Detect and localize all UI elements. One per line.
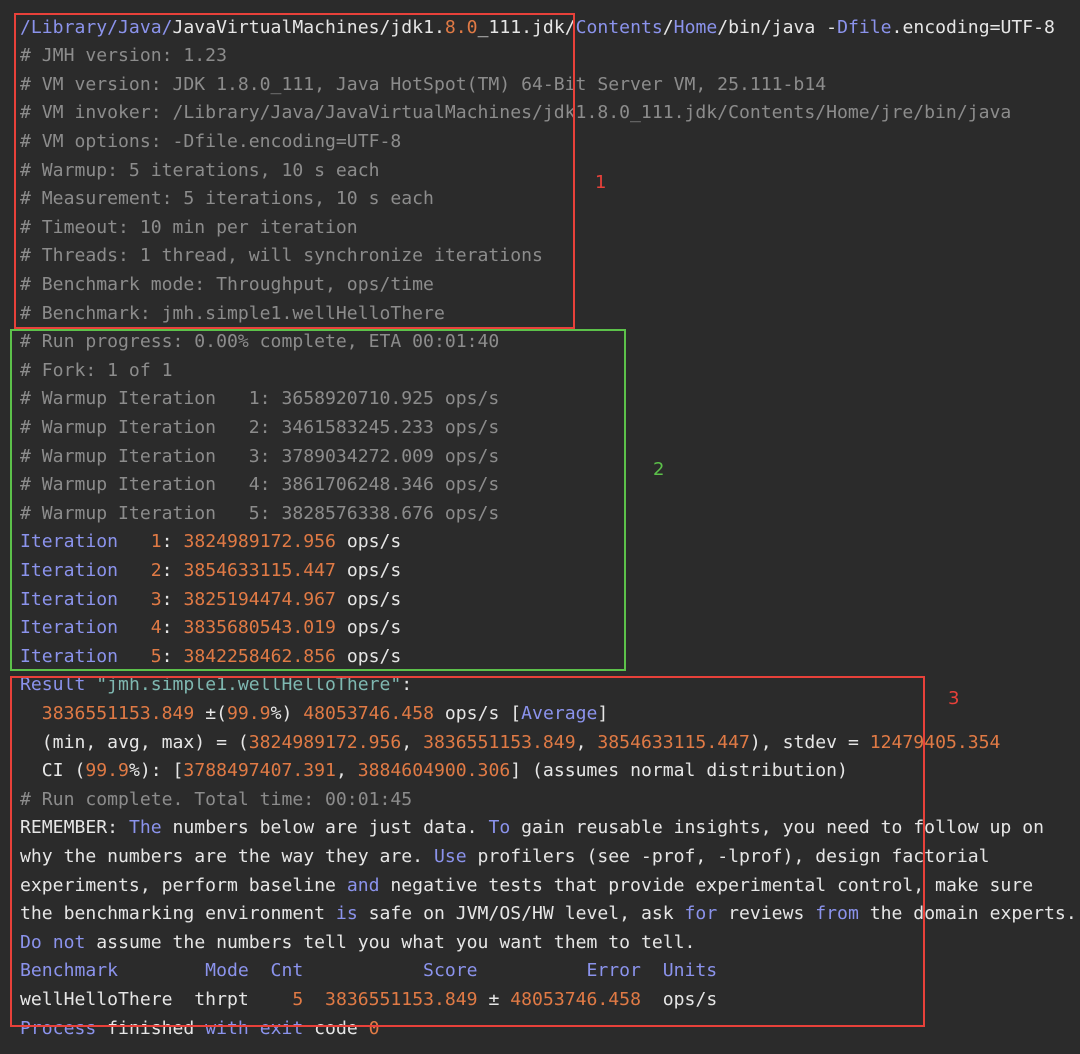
terminal-text-segment: Contents: [575, 16, 663, 38]
annotation-box-2: [10, 329, 626, 671]
annotation-marker-1: 1: [595, 172, 607, 193]
terminal-text-segment: .encoding=UTF-8: [891, 16, 1055, 38]
terminal-text-segment: /: [662, 16, 674, 38]
annotation-marker-2: 2: [653, 459, 665, 480]
annotation-box-3: [10, 676, 925, 1027]
annotation-box-1: [14, 13, 575, 329]
terminal-text-segment: Dfile: [837, 16, 892, 38]
terminal-text-segment: /bin/java -: [717, 16, 838, 38]
terminal-text-segment: Home: [673, 16, 718, 38]
annotation-marker-3: 3: [948, 688, 960, 709]
